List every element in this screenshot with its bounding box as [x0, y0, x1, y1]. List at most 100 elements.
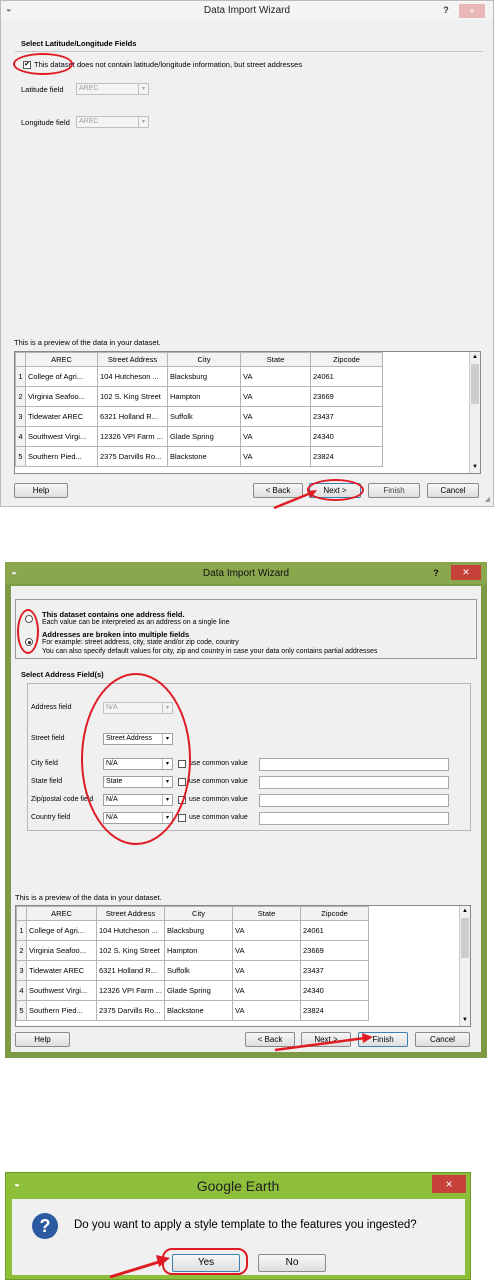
table-row[interactable]: 5 Southern Pied... 2375 Darvills Ro... Blac… [15, 446, 383, 467]
help-button[interactable]: Help [15, 1032, 70, 1047]
table-cell[interactable]: 102 S. King Street [97, 386, 168, 407]
table-cell[interactable]: Hampton [164, 940, 233, 961]
table-cell[interactable]: 24340 [310, 426, 383, 447]
scroll-down-icon[interactable]: ▼ [460, 1015, 470, 1026]
use-common-value-label[interactable]: use common value [189, 814, 248, 821]
scroll-thumb[interactable] [461, 918, 469, 958]
close-icon[interactable]: × [432, 1175, 466, 1193]
table-cell[interactable]: Suffolk [164, 960, 233, 981]
table-cell[interactable]: Blackstone [167, 446, 241, 467]
table-cell[interactable]: VA [240, 386, 311, 407]
table-cell[interactable]: 6321 Holland R... [97, 406, 168, 427]
help-icon[interactable]: ? [427, 566, 445, 580]
table-cell[interactable]: 23824 [310, 446, 383, 467]
table-cell[interactable]: VA [240, 406, 311, 427]
table-cell[interactable]: 102 S. King Street [96, 940, 165, 961]
table-cell[interactable]: Tidewater AREC [26, 960, 97, 981]
table-cell[interactable]: 12326 VPI Farm ... [97, 426, 168, 447]
scroll-thumb[interactable] [471, 364, 479, 404]
table-row[interactable]: 1 College of Agri... 104 Hutcheson ... Blac… [16, 920, 369, 941]
column-header[interactable]: City [167, 352, 241, 367]
table-cell[interactable]: VA [232, 1000, 301, 1021]
table-cell[interactable]: Tidewater AREC [25, 406, 98, 427]
single-address-title[interactable]: This dataset contains one address field. [42, 610, 185, 619]
table-cell[interactable]: 24061 [300, 920, 369, 941]
preview-grid[interactable]: AREC Street Address City State Zipcode 1 Colle… [14, 351, 481, 474]
common-value-input[interactable] [259, 776, 449, 789]
table-cell[interactable]: Glade Spring [167, 426, 241, 447]
scroll-up-icon[interactable]: ▲ [470, 352, 480, 363]
use-common-value-checkbox[interactable] [178, 814, 186, 822]
table-cell[interactable]: Blacksburg [164, 920, 233, 941]
table-cell[interactable]: Southwest Virgi... [26, 980, 97, 1001]
resize-grip[interactable]: ◢ [485, 495, 490, 503]
table-cell[interactable]: 2375 Darvills Ro... [97, 446, 168, 467]
no-latlong-label[interactable]: This dataset does not contain latitude/l… [34, 60, 302, 69]
column-header[interactable]: Zipcode [310, 352, 383, 367]
preview-grid[interactable]: AREC Street Address City State Zipcode 1 Colle… [15, 905, 471, 1027]
column-header[interactable]: State [240, 352, 311, 367]
table-cell[interactable]: Hampton [167, 386, 241, 407]
table-cell[interactable]: Southern Pied... [26, 1000, 97, 1021]
use-common-value-label[interactable]: use common value [189, 796, 248, 803]
table-row[interactable]: 2 Virginia Seafoo... 102 S. King Street Ham… [16, 940, 369, 961]
close-icon[interactable]: ✕ [451, 565, 481, 580]
table-cell[interactable]: 24061 [310, 366, 383, 387]
table-cell[interactable]: College of Agri... [26, 920, 97, 941]
column-header[interactable]: State [232, 906, 301, 921]
help-button[interactable]: Help [14, 483, 68, 498]
table-row[interactable]: 5 Southern Pied... 2375 Darvills Ro... Blac… [16, 1000, 369, 1021]
table-cell[interactable]: VA [232, 920, 301, 941]
common-value-input[interactable] [259, 812, 449, 825]
table-cell[interactable]: Blackstone [164, 1000, 233, 1021]
column-header[interactable]: City [164, 906, 233, 921]
finish-button[interactable]: Finish [368, 483, 420, 498]
table-cell[interactable]: 24340 [300, 980, 369, 1001]
use-common-value-label[interactable]: use common value [189, 778, 248, 785]
table-row[interactable]: 2 Virginia Seafoo... 102 S. King Street Ham… [15, 386, 383, 407]
table-cell[interactable]: VA [240, 366, 311, 387]
table-cell[interactable]: 2375 Darvills Ro... [96, 1000, 165, 1021]
table-cell[interactable]: 23437 [310, 406, 383, 427]
table-cell[interactable]: 6321 Holland R... [96, 960, 165, 981]
table-row[interactable]: 4 Southwest Virgi... 12326 VPI Farm ... Gla… [16, 980, 369, 1001]
table-cell[interactable]: 104 Hutcheson ... [97, 366, 168, 387]
no-button[interactable]: No [258, 1254, 326, 1272]
latitude-dropdown[interactable]: AREC ▾ [76, 83, 149, 95]
column-header[interactable]: AREC [26, 906, 97, 921]
use-common-value-label[interactable]: use common value [189, 760, 248, 767]
scroll-down-icon[interactable]: ▼ [470, 462, 480, 473]
help-icon[interactable]: ? [437, 3, 455, 17]
close-icon[interactable]: × [459, 4, 485, 18]
table-cell[interactable]: Suffolk [167, 406, 241, 427]
table-cell[interactable]: Glade Spring [164, 980, 233, 1001]
column-header[interactable]: Zipcode [300, 906, 369, 921]
table-cell[interactable]: Blacksburg [167, 366, 241, 387]
multi-address-title[interactable]: Addresses are broken into multiple field… [42, 630, 189, 639]
table-cell[interactable]: 23824 [300, 1000, 369, 1021]
table-cell[interactable]: 104 Hutcheson ... [96, 920, 165, 941]
common-value-input[interactable] [259, 794, 449, 807]
table-cell[interactable]: Southwest Virgi... [25, 426, 98, 447]
table-cell[interactable]: VA [232, 960, 301, 981]
table-cell[interactable]: VA [232, 940, 301, 961]
vertical-scrollbar[interactable]: ▲ ▼ [459, 906, 470, 1026]
table-row[interactable]: 3 Tidewater AREC 6321 Holland R... Suffolk V… [15, 406, 383, 427]
column-header[interactable]: Street Address [97, 352, 168, 367]
table-cell[interactable]: Southern Pied... [25, 446, 98, 467]
cancel-button[interactable]: Cancel [427, 483, 479, 498]
table-cell[interactable]: 23669 [300, 940, 369, 961]
cancel-button[interactable]: Cancel [415, 1032, 470, 1047]
table-cell[interactable]: College of Agri... [25, 366, 98, 387]
table-cell[interactable]: 23437 [300, 960, 369, 981]
table-cell[interactable]: 23669 [310, 386, 383, 407]
table-row[interactable]: 4 Southwest Virgi... 12326 VPI Farm ... Gla… [15, 426, 383, 447]
table-cell[interactable]: Virginia Seafoo... [26, 940, 97, 961]
table-cell[interactable]: VA [232, 980, 301, 1001]
scroll-up-icon[interactable]: ▲ [460, 906, 470, 917]
table-row[interactable]: 1 College of Agri... 104 Hutcheson ... Blac… [15, 366, 383, 387]
common-value-input[interactable] [259, 758, 449, 771]
longitude-dropdown[interactable]: AREC ▾ [76, 116, 149, 128]
vertical-scrollbar[interactable]: ▲ ▼ [469, 352, 480, 473]
table-cell[interactable]: VA [240, 446, 311, 467]
